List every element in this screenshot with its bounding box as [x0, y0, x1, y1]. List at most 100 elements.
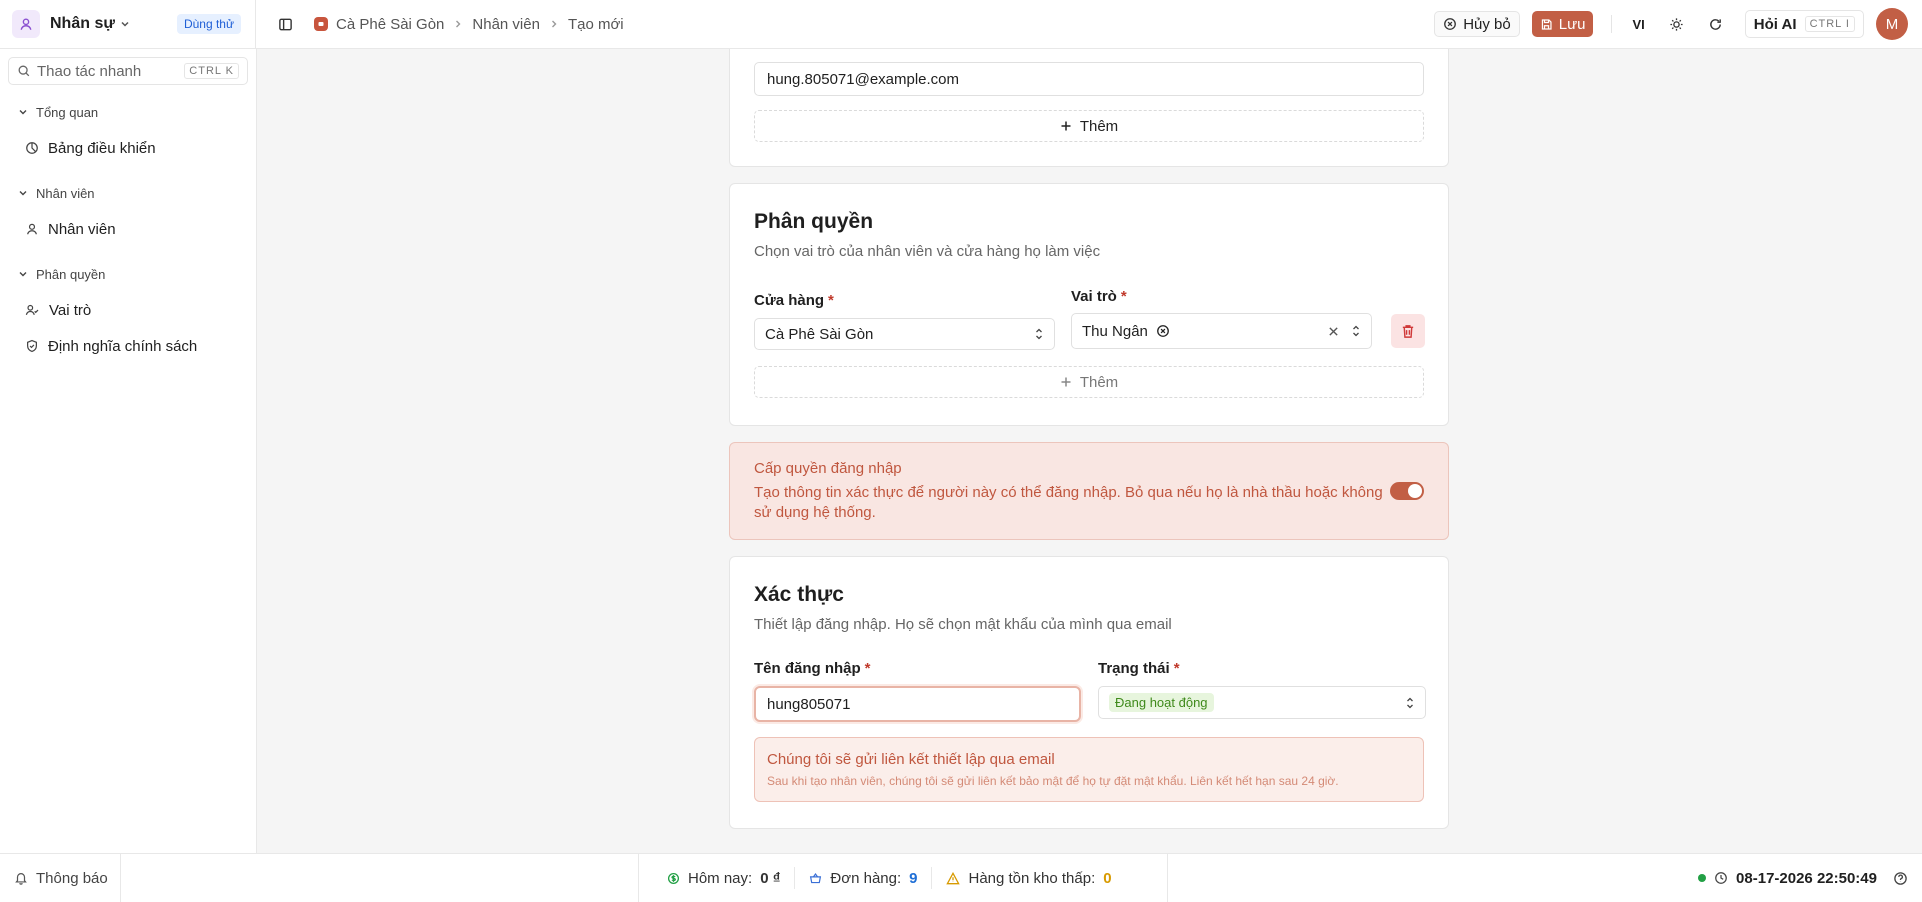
sidebar-toggle-icon[interactable]	[274, 13, 296, 35]
sidebar-group-label: Tổng quan	[36, 104, 99, 120]
help-icon[interactable]	[1893, 871, 1908, 886]
ask-ai-button[interactable]: Hỏi AI CTRL I	[1744, 10, 1864, 38]
email-card: hung.805071@example.com Thêm	[729, 49, 1449, 167]
status-bar: Thông báo Hôm nay: 0 ₫ Đơn hàng: 9 Hàng …	[0, 853, 1922, 902]
add-label: Thêm	[1079, 373, 1119, 391]
role-tag-label: Thu Ngân	[1082, 322, 1148, 340]
user-icon	[12, 10, 40, 38]
save-button[interactable]: Lưu	[1531, 11, 1594, 37]
notice-description: Sau khi tạo nhân viên, chúng tôi sẽ gửi …	[767, 774, 1339, 788]
dollar-circle-icon	[667, 872, 680, 885]
login-access-toggle[interactable]	[1390, 482, 1424, 500]
clock-icon	[1714, 871, 1728, 885]
sidebar-item-label: Định nghĩa chính sách	[48, 337, 198, 355]
cancel-button[interactable]: Hủy bỏ	[1434, 11, 1520, 37]
language-switch[interactable]: VI	[1632, 17, 1644, 32]
cancel-label: Hủy bỏ	[1463, 15, 1511, 33]
basket-icon	[809, 872, 822, 885]
breadcrumb-employees[interactable]: Nhân viên	[472, 16, 540, 33]
trash-icon	[1401, 324, 1415, 339]
breadcrumb-store[interactable]: Cà Phê Sài Gòn	[336, 16, 444, 33]
auth-subtitle: Thiết lập đăng nhập. Họ sẽ chọn mật khẩu…	[754, 616, 1172, 633]
required-mark: *	[864, 660, 871, 677]
clear-icon[interactable]	[1328, 326, 1339, 337]
login-access-description: Tạo thông tin xác thực để người này có t…	[754, 484, 1383, 521]
email-field[interactable]: hung.805071@example.com	[754, 62, 1424, 96]
store-label-text: Cửa hàng	[754, 292, 825, 309]
username-label-text: Tên đăng nhập	[754, 660, 861, 677]
chevron-right-icon	[549, 19, 559, 29]
sidebar-item-label: Nhân viên	[48, 220, 116, 238]
stat-today: Hôm nay: 0 ₫	[639, 867, 794, 889]
user-icon	[25, 222, 39, 236]
sidebar: Thao tác nhanh CTRL K Tổng quan Bảng điề…	[0, 49, 257, 853]
email-setup-notice: Chúng tôi sẽ gửi liên kết thiết lập qua …	[754, 737, 1424, 802]
plus-icon	[1060, 376, 1072, 388]
status-label-text: Trạng thái	[1098, 660, 1170, 677]
status-label: Trạng thái *	[1098, 660, 1180, 677]
chevron-down-icon	[119, 18, 131, 30]
sidebar-group-overview[interactable]: Tổng quan	[0, 102, 256, 122]
plus-icon	[1060, 120, 1072, 132]
role-select[interactable]: Thu Ngân	[1071, 313, 1372, 349]
chevron-up-down-icon	[1034, 327, 1044, 341]
notifications-label: Thông báo	[36, 869, 108, 887]
shield-icon	[25, 339, 39, 353]
app-name: Nhân sự	[50, 15, 115, 32]
required-mark: *	[1120, 288, 1127, 305]
breadcrumb: Cà Phê Sài Gòn Nhân viên Tạo mới	[256, 0, 624, 48]
login-access-title: Cấp quyền đăng nhập	[754, 460, 902, 477]
sidebar-item-roles[interactable]: Vai trò	[0, 298, 256, 322]
trial-badge: Dùng thử	[176, 14, 241, 34]
add-role-button[interactable]: Thêm	[754, 366, 1424, 398]
chevron-right-icon	[453, 19, 463, 29]
avatar[interactable]: M	[1876, 8, 1908, 40]
sun-icon[interactable]	[1669, 17, 1684, 32]
sidebar-group-permissions[interactable]: Phân quyền	[0, 264, 256, 284]
stat-value: 9	[909, 869, 918, 887]
delete-role-button[interactable]	[1391, 314, 1425, 348]
store-label: Cửa hàng *	[754, 292, 834, 309]
notice-title: Chúng tôi sẽ gửi liên kết thiết lập qua …	[767, 751, 1055, 768]
header-divider	[1611, 15, 1613, 33]
sidebar-group-label: Nhân viên	[36, 185, 95, 201]
main-content: hung.805071@example.com Thêm Phân quyền …	[257, 49, 1922, 853]
sidebar-group-label: Phân quyền	[36, 266, 106, 282]
notifications-button[interactable]: Thông báo	[0, 854, 121, 902]
permission-title: Phân quyền	[754, 210, 874, 233]
warning-icon	[946, 871, 961, 885]
sidebar-item-dashboard[interactable]: Bảng điều khiển	[0, 136, 256, 160]
daily-stats: Hôm nay: 0 ₫ Đơn hàng: 9 Hàng tồn kho th…	[638, 854, 1168, 902]
auth-card: Xác thực Thiết lập đăng nhập. Họ sẽ chọn…	[729, 556, 1449, 829]
username-label: Tên đăng nhập *	[754, 660, 871, 677]
sidebar-item-label: Vai trò	[49, 301, 92, 319]
status-value: Đang hoạt động	[1109, 693, 1214, 712]
pie-chart-icon	[25, 141, 39, 155]
sidebar-item-employees[interactable]: Nhân viên	[0, 217, 256, 241]
remove-tag-icon[interactable]	[1156, 324, 1170, 338]
username-input[interactable]: hung805071	[754, 686, 1081, 722]
role-label: Vai trò *	[1071, 288, 1127, 305]
add-email-button[interactable]: Thêm	[754, 110, 1424, 142]
stat-orders: Đơn hàng: 9	[794, 867, 931, 889]
store-select[interactable]: Cà Phê Sài Gòn	[754, 318, 1055, 350]
sidebar-group-employees[interactable]: Nhân viên	[0, 183, 256, 203]
chevron-down-icon	[18, 188, 28, 198]
save-icon	[1540, 18, 1553, 31]
sidebar-item-policies[interactable]: Định nghĩa chính sách	[0, 334, 256, 358]
app-switcher[interactable]: Nhân sự Dùng thử	[0, 0, 256, 48]
top-header: Nhân sự Dùng thử Cà Phê Sài Gòn Nhân viê…	[0, 0, 1922, 49]
quick-search-placeholder: Thao tác nhanh	[37, 62, 142, 80]
required-mark: *	[1173, 660, 1180, 677]
chevron-down-icon	[18, 269, 28, 279]
refresh-icon[interactable]	[1708, 17, 1723, 32]
users-role-icon	[25, 303, 40, 317]
store-value: Cà Phê Sài Gòn	[765, 325, 874, 343]
quick-search-input[interactable]: Thao tác nhanh CTRL K	[8, 57, 248, 85]
search-icon	[17, 64, 31, 78]
ask-ai-shortcut: CTRL I	[1804, 16, 1855, 32]
required-mark: *	[828, 292, 834, 309]
status-select[interactable]: Đang hoạt động	[1098, 686, 1426, 719]
role-tag: Thu Ngân	[1082, 323, 1170, 340]
chevron-down-icon	[18, 107, 28, 117]
